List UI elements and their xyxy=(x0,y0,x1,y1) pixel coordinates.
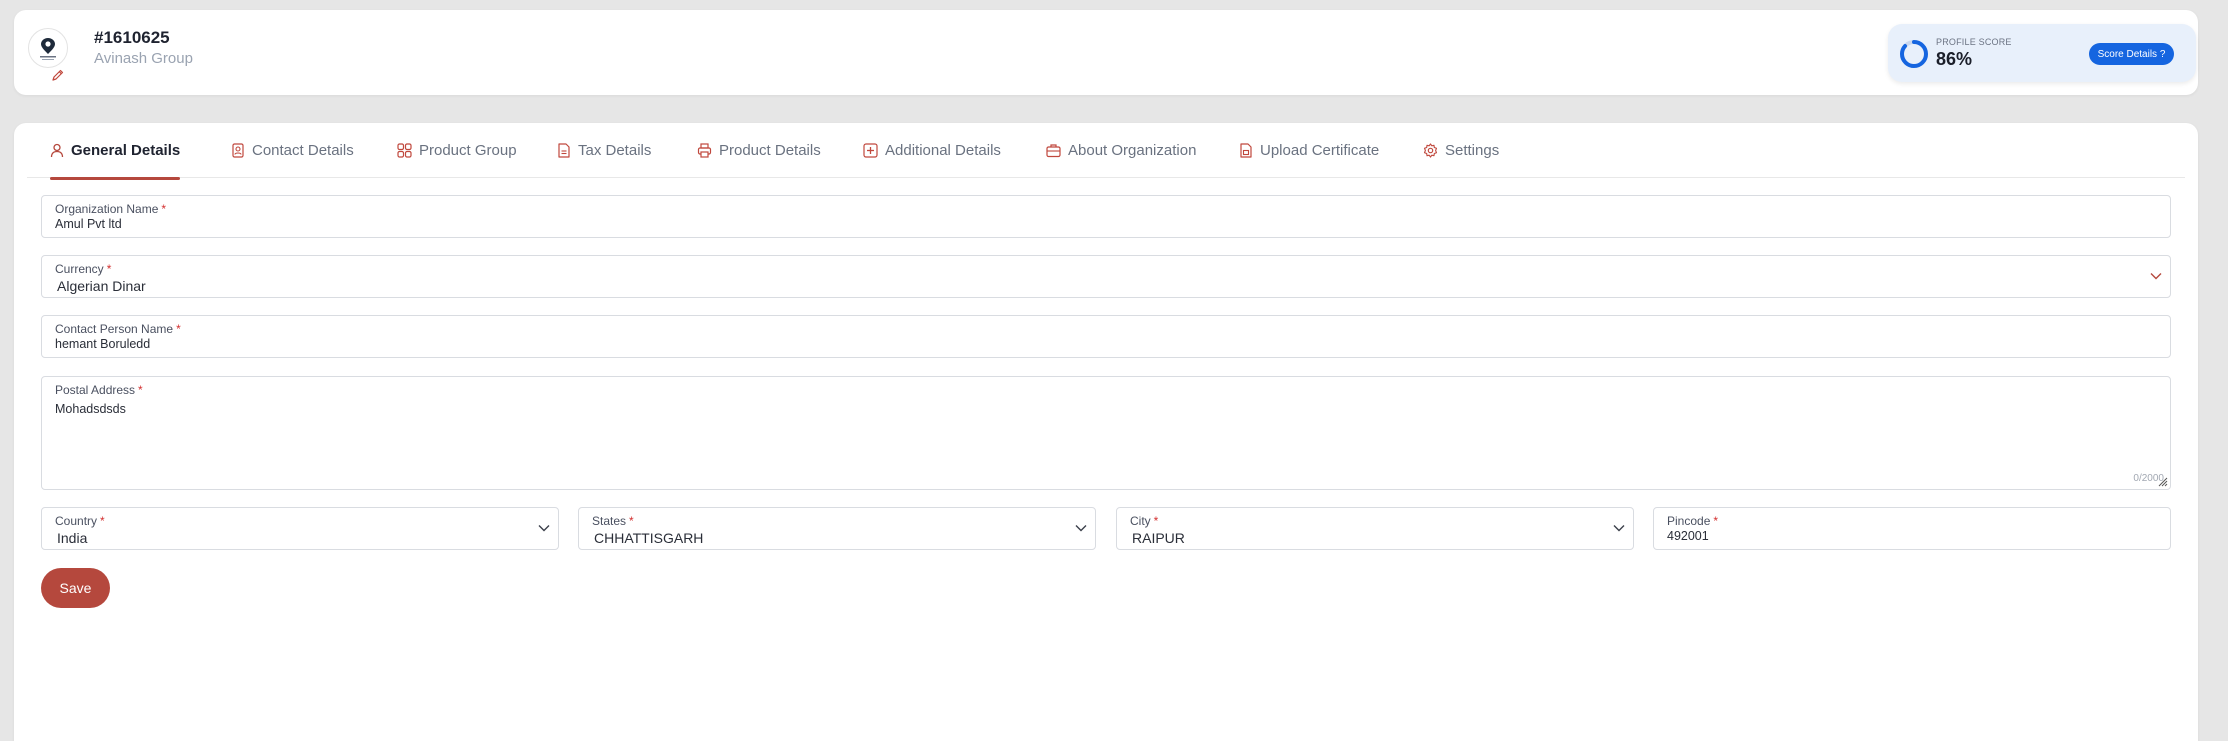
organization-group-name: Avinash Group xyxy=(94,50,193,67)
tab-product-details[interactable]: Product Details xyxy=(697,123,821,178)
profile-score-value: 86% xyxy=(1936,49,1973,69)
tab-label: Upload Certificate xyxy=(1260,142,1380,159)
details-tab-bar: General Details Contact Details Product … xyxy=(27,123,2185,180)
pincode-label: Pincode * xyxy=(1667,514,1719,528)
tab-label: Product Details xyxy=(719,142,821,159)
organization-id: #1610625 xyxy=(94,28,170,47)
postal-address-label: Postal Address * xyxy=(55,383,143,397)
chevron-down-icon xyxy=(538,525,550,532)
tab-product-group[interactable]: Product Group xyxy=(397,123,517,178)
states-select[interactable]: States * CHHATTISGARH xyxy=(578,507,1096,550)
tab-settings[interactable]: Settings xyxy=(1423,123,1499,178)
pencil-icon xyxy=(52,69,64,81)
user-icon xyxy=(50,143,64,158)
tab-label: Settings xyxy=(1445,142,1500,159)
tab-upload-certificate[interactable]: Upload Certificate xyxy=(1239,123,1379,178)
city-label: City * xyxy=(1130,514,1159,528)
contact-card-icon xyxy=(231,143,245,158)
tab-about-organization[interactable]: About Organization xyxy=(1046,123,1196,178)
edit-logo-button[interactable] xyxy=(48,65,68,85)
organization-logo[interactable] xyxy=(28,28,68,68)
tab-label: General Details xyxy=(71,142,181,159)
pincode-field[interactable]: Pincode * 492001 xyxy=(1653,507,2171,550)
tab-general-details[interactable]: General Details xyxy=(50,123,181,180)
general-details-card: General Details Contact Details Product … xyxy=(14,123,2198,741)
postal-address-textarea[interactable]: Postal Address * Mohadsdsds 0/2000 xyxy=(41,376,2171,490)
profile-score-ring xyxy=(1900,40,1928,68)
chevron-down-icon xyxy=(1075,525,1087,532)
resize-grip-icon[interactable] xyxy=(2158,477,2168,487)
contact-person-name-label: Contact Person Name * xyxy=(55,322,181,336)
city-select[interactable]: City * RAIPUR xyxy=(1116,507,1634,550)
logo-emblem-icon xyxy=(40,38,56,60)
organization-name-label: Organization Name * xyxy=(55,202,167,216)
tab-contact-details[interactable]: Contact Details xyxy=(231,123,354,178)
organization-name-value: Amul Pvt ltd xyxy=(55,217,122,231)
profile-header-card: #1610625 Avinash Group PROFILE SCORE 86%… xyxy=(14,10,2198,95)
tab-label: Additional Details xyxy=(885,142,1001,159)
file-upload-icon xyxy=(1239,143,1253,158)
plus-square-icon xyxy=(863,143,878,158)
chevron-down-icon xyxy=(2150,273,2162,280)
printer-icon xyxy=(697,143,712,158)
country-value: India xyxy=(57,530,88,546)
currency-value: Algerian Dinar xyxy=(57,278,146,294)
city-value: RAIPUR xyxy=(1132,530,1185,546)
organization-name-field[interactable]: Organization Name * Amul Pvt ltd xyxy=(41,195,2171,238)
postal-address-value: Mohadsdsds xyxy=(55,402,126,416)
grid-icon xyxy=(397,143,412,158)
tab-label: About Organization xyxy=(1068,142,1197,159)
currency-select[interactable]: Currency * Algerian Dinar xyxy=(41,255,2171,298)
states-label: States * xyxy=(592,514,634,528)
chevron-down-icon xyxy=(1613,525,1625,532)
gear-icon xyxy=(1423,143,1438,158)
country-select[interactable]: Country * India xyxy=(41,507,559,550)
profile-score-label: PROFILE SCORE xyxy=(1936,37,2012,47)
contact-person-name-field[interactable]: Contact Person Name * hemant Boruledd xyxy=(41,315,2171,358)
pincode-value: 492001 xyxy=(1667,529,1709,543)
tab-label: Product Group xyxy=(419,142,517,159)
briefcase-icon xyxy=(1046,143,1061,158)
country-label: Country * xyxy=(55,514,105,528)
score-details-button[interactable]: Score Details ? xyxy=(2089,43,2174,65)
tab-additional-details[interactable]: Additional Details xyxy=(863,123,1001,178)
document-icon xyxy=(557,143,571,158)
tab-label: Tax Details xyxy=(578,142,652,159)
tab-label: Contact Details xyxy=(252,142,354,159)
contact-person-name-value: hemant Boruledd xyxy=(55,337,151,351)
save-button[interactable]: Save xyxy=(41,568,110,608)
tab-tax-details[interactable]: Tax Details xyxy=(557,123,651,178)
profile-score-panel: PROFILE SCORE 86% Score Details ? xyxy=(1888,24,2196,82)
currency-label: Currency * xyxy=(55,262,112,276)
states-value: CHHATTISGARH xyxy=(594,530,704,546)
